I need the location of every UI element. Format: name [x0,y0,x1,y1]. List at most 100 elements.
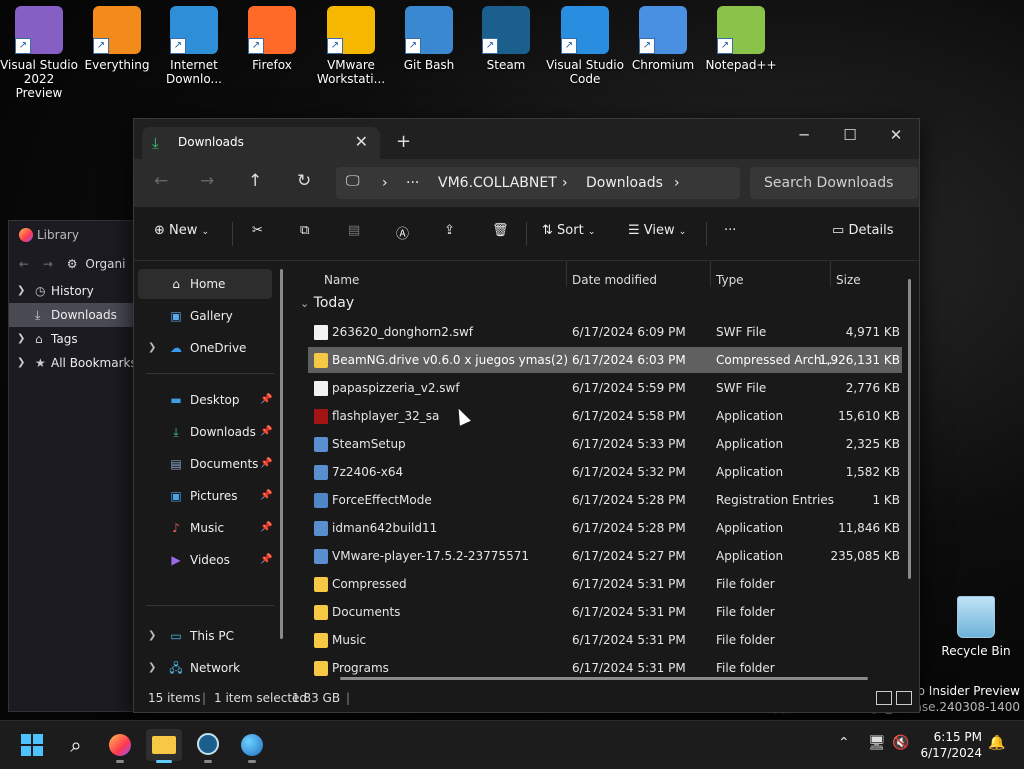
tab-downloads[interactable]: ⤓ Downloads ✕ [142,127,380,159]
forward-button[interactable]: → [200,171,214,191]
column-header-name[interactable]: Name [324,273,359,287]
pin-icon[interactable]: 📌 [260,481,272,511]
search-icon[interactable]: ⌕ [58,729,94,761]
share-icon[interactable]: ⇪ [444,223,455,238]
rename-icon[interactable]: Ⓐ [396,223,409,242]
desktop-shortcut[interactable]: ↗ Notepad++ [702,6,780,72]
more-options-button[interactable]: ··· [724,223,736,238]
file-row[interactable]: 7z2406-x64 6/17/2024 5:32 PM Application 1,… [308,459,902,485]
breadcrumb-folder[interactable]: Downloads [586,175,663,191]
file-row[interactable]: papaspizzeria_v2.swf 6/17/2024 5:59 PM SWF… [308,375,902,401]
view-button[interactable]: ☰ View ⌄ [628,223,686,238]
file-row[interactable]: idman642build11 6/17/2024 5:28 PM Applicat… [308,515,902,541]
taskbar-firefox[interactable] [102,729,138,763]
nav-item-gallery[interactable]: ▣ Gallery [138,301,272,331]
delete-icon[interactable]: 🗑 [492,223,509,238]
library-item[interactable]: ❯ ★ All Bookmarks [9,351,149,375]
nav-item-quick-access[interactable]: ▬ Desktop 📌 [138,385,272,415]
chevron-up-icon[interactable]: ⌃ [838,735,850,751]
up-button[interactable]: ↑ [248,171,262,191]
folder-icon [314,661,328,676]
file-date: 6/17/2024 5:31 PM [572,633,686,647]
paste-icon[interactable]: ▤ [348,223,360,238]
forward-arrow-icon[interactable]: → [43,257,53,271]
column-header-date[interactable]: Date modified [572,273,657,287]
recycle-bin-shortcut[interactable]: Recycle Bin [940,596,1012,658]
nav-item-this-pc[interactable]: ❯ ▭ This PC [138,621,272,651]
nav-item-network[interactable]: ❯ 🖧 Network [138,653,272,683]
pin-icon[interactable]: 📌 [260,385,272,415]
nav-item-quick-access[interactable]: ⤓ Downloads 📌 [138,417,272,447]
file-row[interactable]: Music 6/17/2024 5:31 PM File folder [308,627,902,653]
file-row[interactable]: Compressed 6/17/2024 5:31 PM File folder [308,571,902,597]
column-header-type[interactable]: Type [716,273,744,287]
close-tab-icon[interactable]: ✕ [355,132,368,151]
desktop-shortcut[interactable]: ↗ Visual Studio Code [546,6,624,86]
taskbar-file-explorer[interactable] [146,729,182,763]
file-list-scrollbar[interactable] [908,279,911,579]
new-button[interactable]: ⊕ New ⌄ [154,223,209,238]
chevron-right-icon[interactable]: ❯ [17,279,25,303]
tiles-view-icon[interactable] [896,691,912,705]
maximize-button[interactable]: ☐ [830,123,870,147]
file-row[interactable]: Documents 6/17/2024 5:31 PM File folder [308,599,902,625]
desktop-shortcut[interactable]: ↗ Git Bash [390,6,468,72]
file-row[interactable]: VMware-player-17.5.2-23775571 6/17/2024 5… [308,543,902,569]
nav-item-home[interactable]: ⌂ Home [138,269,272,299]
notification-bell-icon[interactable]: 🔔 [988,735,1005,751]
desktop-shortcut[interactable]: ↗ Chromium [624,6,702,72]
back-arrow-icon[interactable]: ← [19,257,29,271]
network-status-icon[interactable]: 🖥 [868,735,886,751]
start-button[interactable] [14,729,50,761]
desktop-shortcut[interactable]: ↗ Everything [78,6,156,72]
library-item[interactable]: ❯ ⌂ Tags [9,327,149,351]
desktop-shortcut[interactable]: ↗ Internet Downlo... [155,6,233,86]
nav-item-quick-access[interactable]: ▶ Videos 📌 [138,545,272,575]
breadcrumb-machine[interactable]: VM6.COLLABNET [438,175,557,191]
details-view-icon[interactable] [876,691,892,705]
desktop-shortcut[interactable]: ↗ Visual Studio 2022 Preview [0,6,78,100]
horizontal-scrollbar[interactable] [340,677,868,680]
chevron-right-icon[interactable]: ❯ [17,327,25,351]
file-row[interactable]: ForceEffectMode 6/17/2024 5:28 PM Registra… [308,487,902,513]
file-row[interactable]: BeamNG.drive v0.6.0 x juegos ymas(2) 6/17… [308,347,902,373]
everything-search-icon: ↗ [93,6,141,54]
close-window-button[interactable]: ✕ [876,123,916,147]
file-row[interactable]: flashplayer_32_sa 6/17/2024 5:58 PM Applic… [308,403,902,429]
copy-icon[interactable]: ⧉ [300,223,309,238]
pin-icon[interactable]: 📌 [260,513,272,543]
column-header-size[interactable]: Size [836,273,861,287]
organize-button[interactable]: Organi [85,257,125,271]
library-item[interactable]: ❯ ◷ History [9,279,149,303]
nav-item-quick-access[interactable]: ▣ Pictures 📌 [138,481,272,511]
minimize-button[interactable]: ─ [784,123,824,147]
breadcrumb-more[interactable]: ··· [406,175,419,191]
details-pane-button[interactable]: ▭ Details [832,223,894,238]
taskbar-steam[interactable] [190,729,226,763]
nav-item-onedrive[interactable]: ❯ ☁ OneDrive [138,333,272,363]
breadcrumb[interactable]: 🖵 › ··· VM6.COLLABNET › Downloads › [336,167,740,199]
desktop-shortcut[interactable]: ↗ Steam [467,6,545,72]
group-header-today[interactable]: ⌄ Today [300,295,354,311]
library-item[interactable]: ⤓ Downloads [9,303,149,327]
volume-muted-icon[interactable]: 🔇 [892,735,909,751]
nav-item-quick-access[interactable]: ▤ Documents 📌 [138,449,272,479]
file-row[interactable]: 263620_donghorn2.swf 6/17/2024 6:09 PM SWF… [308,319,902,345]
nav-item-quick-access[interactable]: ♪ Music 📌 [138,513,272,543]
search-input[interactable]: Search Downloads [750,167,918,199]
cut-icon[interactable]: ✂ [252,223,263,238]
file-row[interactable]: SteamSetup 6/17/2024 5:33 PM Application 2,… [308,431,902,457]
refresh-button[interactable]: ↻ [297,171,311,191]
pin-icon[interactable]: 📌 [260,545,272,575]
desktop-shortcut[interactable]: ↗ Firefox [233,6,311,72]
sort-button[interactable]: ⇅ Sort ⌄ [542,223,595,238]
desktop-shortcut[interactable]: ↗ VMware Workstati... [312,6,390,86]
back-button[interactable]: ← [154,171,168,191]
new-tab-button[interactable]: + [396,131,411,152]
nav-scrollbar[interactable] [280,269,283,639]
taskbar-idm[interactable] [234,729,270,763]
system-clock[interactable]: 6:15 PM 6/17/2024 [920,729,982,761]
pin-icon[interactable]: 📌 [260,417,272,447]
chevron-right-icon[interactable]: ❯ [17,351,25,375]
pin-icon[interactable]: 📌 [260,449,272,479]
